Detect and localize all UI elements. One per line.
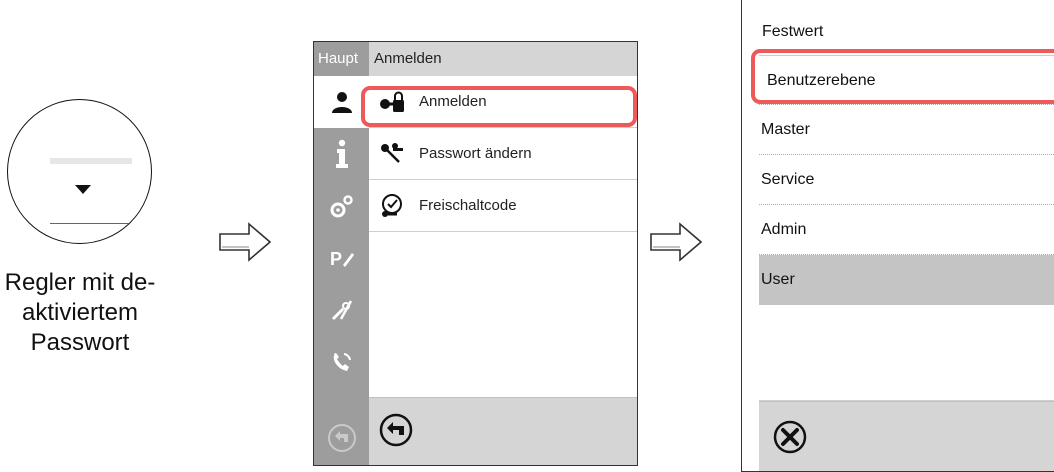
menu-item-label: Passwort ändern [419,145,532,162]
caption-line-2: aktiviertem [21,299,139,326]
caret-down-icon [75,185,91,194]
back-disabled-icon [327,424,356,452]
sidebar-item-program[interactable]: P [314,232,369,284]
knob-top-marker [50,158,132,164]
info-icon [335,139,348,168]
dialog-title: Festwert [762,23,824,40]
option-service[interactable]: Service [759,155,1054,205]
program-edit-icon: P [330,249,354,269]
sidebar-item-service[interactable] [314,284,369,336]
selection-highlight [751,49,1054,104]
caption-line-1: Regler mit de- [4,269,156,296]
knob-bottom-line [50,223,132,224]
back-icon[interactable] [379,413,413,447]
option-master[interactable]: Master [759,105,1054,155]
device-menu-screen: Haupt P Anmelden Anmelden Passwort änder… [313,41,638,466]
change-password-keys-icon [379,141,405,167]
empty-list-area [759,299,1054,401]
phone-service-icon [333,353,351,371]
option-admin[interactable]: Admin [759,205,1054,255]
right-arrow-icon [650,222,702,262]
unlock-code-icon [379,193,405,219]
selection-dialog: Festwert Benutzerebene Master Service Ad… [741,0,1054,472]
menu-item-passwort-aendern[interactable]: Passwort ändern [369,128,637,180]
sidebar-item-contact[interactable] [314,336,369,388]
caption-line-3: Passwort [30,329,130,356]
user-icon [331,92,352,113]
knob-caption: Regler mit de- aktiviertem Passwort [0,268,160,358]
sidebar-item-info[interactable] [314,128,369,180]
menu-item-freischaltcode[interactable]: Freischaltcode [369,180,637,232]
svg-text:P: P [330,249,342,269]
sidebar-item-settings[interactable] [314,180,369,232]
sidebar-back-button[interactable] [314,412,369,464]
menu-footer [369,397,637,465]
menu-item-label: Freischaltcode [419,197,517,214]
settings-gears-icon [330,195,353,218]
sidebar-title: Haupt [318,50,359,67]
dialog-footer [759,401,1054,471]
selection-highlight [361,86,637,127]
right-arrow-icon [219,222,271,262]
option-user[interactable]: User [759,255,1054,305]
cancel-circle-x-icon[interactable] [773,420,807,454]
menu-header: Anmelden [369,42,637,76]
service-tools-icon [331,300,352,321]
controller-knob[interactable] [7,99,152,244]
